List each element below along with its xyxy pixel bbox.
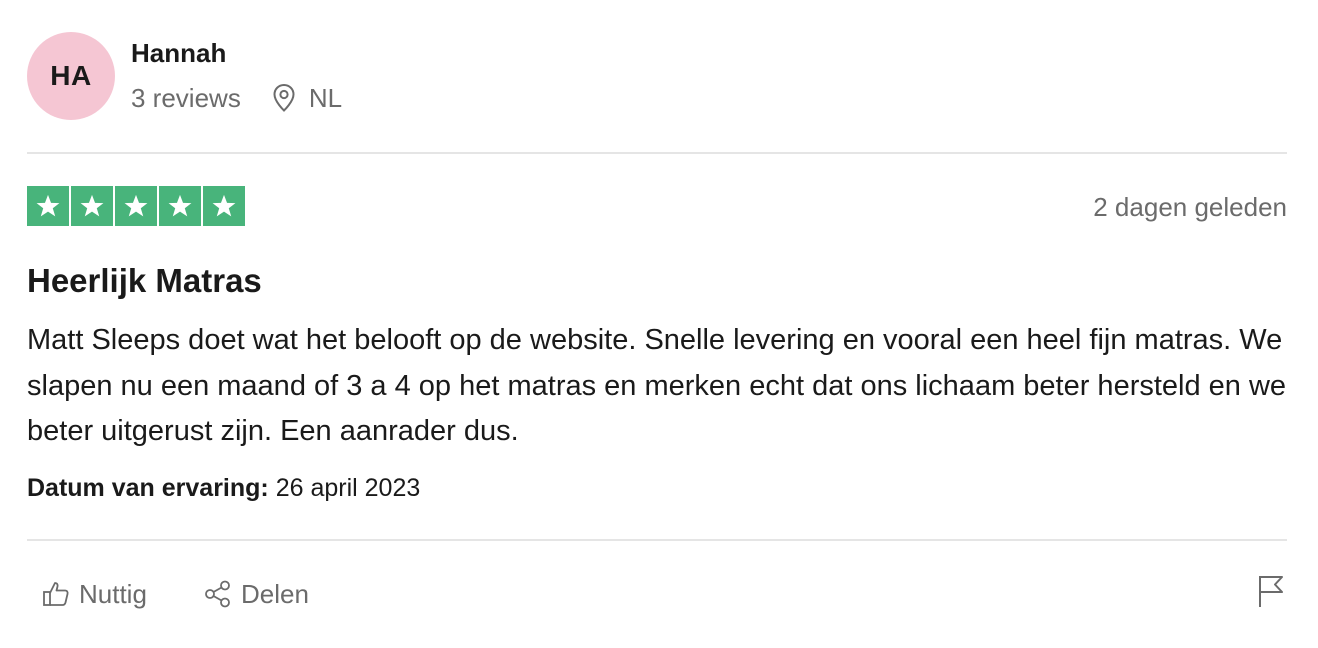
experience-label: Datum van ervaring: bbox=[27, 474, 269, 502]
review-text: Matt Sleeps doet wat het belooft op de w… bbox=[27, 324, 1287, 447]
divider bbox=[27, 539, 1287, 541]
flag-icon bbox=[1256, 573, 1286, 614]
location-pin-icon bbox=[271, 82, 299, 114]
experience-date: Datum van ervaring: 26 april 2023 bbox=[27, 472, 420, 504]
share-label: Delen bbox=[241, 578, 309, 609]
share-button[interactable]: Delen bbox=[203, 574, 309, 614]
share-icon bbox=[203, 579, 233, 609]
experience-value: 26 april 2023 bbox=[275, 474, 421, 502]
consumer-meta: 3 reviews NL bbox=[131, 82, 342, 114]
reviews-count: 3 reviews bbox=[131, 82, 241, 113]
star-rating bbox=[27, 186, 245, 226]
star-icon bbox=[115, 186, 157, 226]
review-title[interactable]: Heerlijk Matras bbox=[27, 261, 262, 301]
useful-button[interactable]: Nuttig bbox=[41, 574, 147, 614]
avatar-initials: HA bbox=[50, 60, 92, 91]
star-icon bbox=[159, 186, 201, 226]
thumbs-up-icon bbox=[41, 579, 71, 609]
consumer-country: NL bbox=[308, 82, 343, 113]
star-icon bbox=[27, 186, 69, 226]
star-icon bbox=[203, 186, 245, 226]
avatar[interactable]: HA bbox=[27, 32, 115, 120]
divider bbox=[27, 152, 1287, 154]
review-date: 2 dagen geleden bbox=[1093, 192, 1287, 222]
star-icon bbox=[71, 186, 113, 226]
report-button[interactable] bbox=[1255, 574, 1287, 612]
review-card: HA Hannah 3 reviews NL 2 dagen geleden H… bbox=[0, 0, 1318, 648]
consumer-name[interactable]: Hannah bbox=[131, 38, 226, 68]
useful-label: Nuttig bbox=[79, 578, 147, 609]
